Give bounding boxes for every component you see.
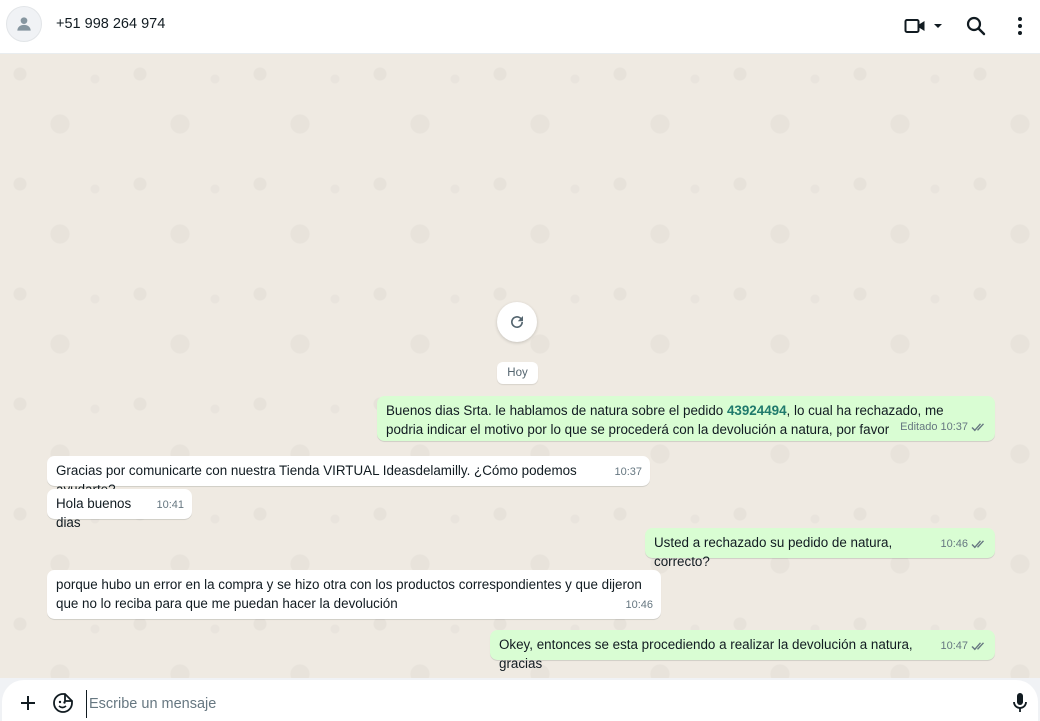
message-time: 10:37 xyxy=(940,420,968,433)
avatar-person-icon xyxy=(17,17,31,31)
message-time: 10:41 xyxy=(156,498,184,511)
message-text: Okey, entonces se esta procediendo a rea… xyxy=(499,637,913,671)
chevron-down-icon xyxy=(934,24,942,28)
message-incoming[interactable]: porque hubo un error en la compra y se h… xyxy=(47,570,661,619)
search-button[interactable] xyxy=(962,12,990,40)
order-number-link[interactable]: 43924494 xyxy=(727,403,787,418)
message-incoming[interactable]: Gracias por comunicarte con nuestra Tien… xyxy=(47,456,650,497)
message-text: porque hubo un error en la compra y se h… xyxy=(56,577,642,611)
voice-message-button[interactable] xyxy=(1007,690,1033,716)
message-time: 10:46 xyxy=(940,537,968,550)
message-outgoing[interactable]: Okey, entonces se esta procediendo a rea… xyxy=(490,630,995,671)
load-older-messages-button[interactable] xyxy=(497,302,537,342)
message-time: 10:47 xyxy=(940,639,968,652)
message-meta: 10:46 xyxy=(625,596,653,615)
date-separator: Hoy xyxy=(497,362,538,384)
message-meta: 10:41 xyxy=(156,496,184,515)
double-check-icon xyxy=(971,423,985,432)
chat-header: +51 998 264 974 xyxy=(0,0,1040,54)
message-time: 10:37 xyxy=(614,465,642,478)
message-outgoing[interactable]: Usted a rechazado su pedido de natura, c… xyxy=(645,528,995,569)
contact-avatar[interactable] xyxy=(6,6,42,42)
message-list[interactable]: Hoy Buenos dias Srta. le hablamos de nat… xyxy=(0,54,1040,678)
sticker-emoji-icon xyxy=(53,693,73,713)
video-call-button[interactable] xyxy=(900,12,948,40)
message-meta: 10:37 xyxy=(614,463,642,482)
edited-label: Editado xyxy=(900,420,938,433)
plus-icon xyxy=(21,696,35,710)
whatsapp-chat-window: +51 998 264 974 Hoy Buenos dias Srta. le… xyxy=(0,0,1040,721)
message-text: Hola buenos dias xyxy=(56,496,132,530)
more-vertical-icon xyxy=(1018,17,1022,35)
message-text: Buenos dias Srta. le hablamos de natura … xyxy=(386,403,944,437)
double-check-icon xyxy=(971,642,985,651)
message-meta: 10:46 xyxy=(940,535,987,554)
message-outgoing[interactable]: Buenos dias Srta. le hablamos de natura … xyxy=(377,396,995,441)
contact-name[interactable]: +51 998 264 974 xyxy=(56,16,165,32)
microphone-icon xyxy=(1013,693,1027,712)
message-meta: Editado 10:37 xyxy=(900,418,987,437)
search-icon xyxy=(966,16,986,36)
message-input[interactable] xyxy=(86,690,991,718)
message-composer xyxy=(0,678,1040,721)
refresh-icon xyxy=(511,316,523,329)
message-meta: 10:47 xyxy=(940,637,987,656)
video-call-icon xyxy=(904,19,925,33)
message-time: 10:46 xyxy=(625,598,653,611)
double-check-icon xyxy=(971,540,985,549)
menu-button[interactable] xyxy=(1008,12,1032,40)
message-text: Usted a rechazado su pedido de natura, c… xyxy=(654,535,893,569)
attach-button[interactable] xyxy=(15,690,41,716)
message-incoming[interactable]: Hola buenos dias 10:41 xyxy=(47,489,192,530)
emoji-sticker-button[interactable] xyxy=(50,690,76,716)
composer-bar xyxy=(2,680,1038,721)
